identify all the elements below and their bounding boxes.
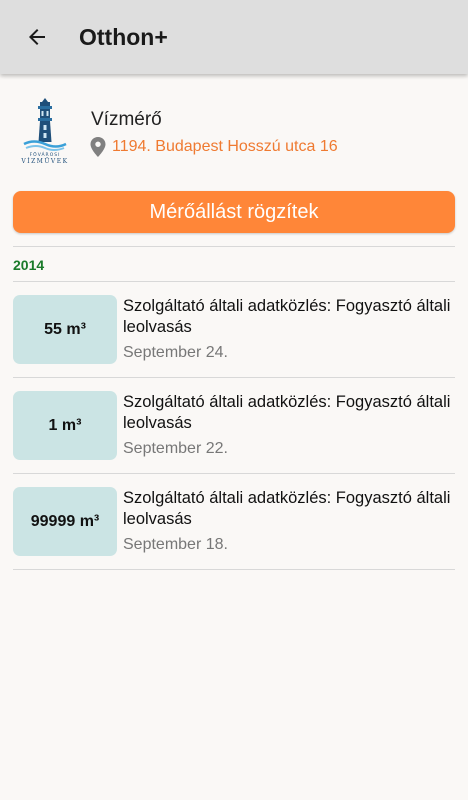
logo-text-top: FŐVÁROSI <box>30 151 61 158</box>
reading-date: September 18. <box>123 536 228 553</box>
reading-description: Szolgáltató általi adatközlés: Fogyasztó… <box>123 297 451 336</box>
reading-value: 1 m³ <box>13 391 117 460</box>
app-bar: Otthon+ <box>0 0 468 74</box>
app-title: Otthon+ <box>79 23 168 50</box>
divider <box>13 246 455 247</box>
reading-item[interactable]: 1 m³ Szolgáltató általi adatközlés: Fogy… <box>13 378 455 474</box>
meter-address: 1194. Budapest Hosszú utca 16 <box>112 138 338 155</box>
arrow-left-icon <box>29 29 45 45</box>
location-pin-icon <box>90 137 106 157</box>
reading-date: September 22. <box>123 440 228 457</box>
reading-item[interactable]: 99999 m³ Szolgáltató általi adatközlés: … <box>13 474 455 570</box>
back-button[interactable] <box>13 13 61 61</box>
address-row: 1194. Budapest Hosszú utca 16 <box>89 137 338 157</box>
meter-title: Vízmérő <box>91 109 162 130</box>
record-reading-button[interactable]: Mérőállást rögzítek <box>13 191 455 233</box>
reading-value: 99999 m³ <box>13 487 117 556</box>
reading-date: September 24. <box>123 344 228 361</box>
reading-description: Szolgáltató általi adatközlés: Fogyasztó… <box>123 489 451 528</box>
vizmuvek-logo: FŐVÁROSI VÍZMŰVEK <box>20 98 68 165</box>
logo-text-bottom: VÍZMŰVEK <box>20 158 68 165</box>
reading-description: Szolgáltató általi adatközlés: Fogyasztó… <box>123 393 451 432</box>
reading-value: 55 m³ <box>13 295 117 364</box>
reading-item[interactable]: 55 m³ Szolgáltató általi adatközlés: Fog… <box>13 282 455 378</box>
year-label: 2014 <box>13 257 45 273</box>
meter-header: FŐVÁROSI VÍZMŰVEK Vízmérő 1194. Budapest… <box>0 96 468 168</box>
readings-list: 55 m³ Szolgáltató általi adatközlés: Fog… <box>13 282 455 570</box>
